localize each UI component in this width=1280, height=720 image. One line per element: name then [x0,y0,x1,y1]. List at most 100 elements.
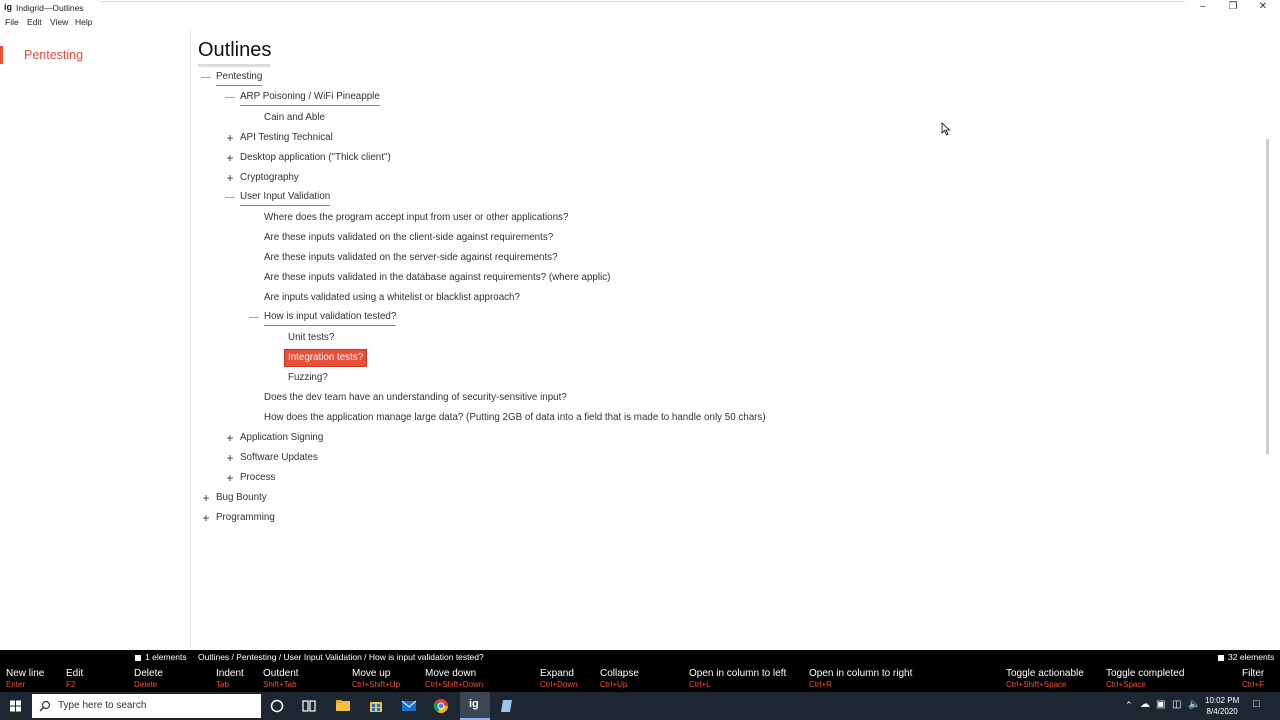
outline-row[interactable]: Fuzzing? [191,369,1191,387]
outline-item-label[interactable]: Are these inputs validated on the client… [264,229,553,247]
file-explorer-icon[interactable] [333,696,353,716]
expand-icon[interactable]: + [225,469,235,487]
outline-row[interactable]: — How is input validation tested? [191,309,1191,327]
outline-item-label[interactable]: API Testing Technical [240,129,333,147]
taskbar-search[interactable]: Type here to search [32,694,261,718]
shortcut-move-up[interactable]: Move up Ctrl+Shift+Up [352,667,400,690]
outline-row[interactable]: How does the application manage large da… [191,409,1191,427]
shortcut-outdent[interactable]: Outdent Shift+Tab [263,667,299,690]
outline-item-selected[interactable]: Integration tests? [284,349,368,367]
chrome-icon[interactable] [431,696,451,716]
collapse-icon[interactable]: — [225,189,235,207]
outline-row[interactable]: — ARP Poisoning / WiFi Pineapple [191,89,1191,107]
expand-icon[interactable]: + [225,129,235,147]
outline-item-label[interactable]: How is input validation tested? [264,309,397,326]
outline-item-label[interactable]: Pentesting [216,69,263,86]
shortcut-expand[interactable]: Expand Ctrl+Down [540,667,578,690]
task-view-icon[interactable] [299,696,319,716]
outline-row[interactable]: — User Input Validation [191,189,1191,207]
outline-row[interactable]: + Desktop application ("Thick client") [191,149,1191,167]
menu-edit[interactable]: Edit [27,17,42,27]
outline-row[interactable]: Are these inputs validated on the client… [191,229,1191,247]
expand-icon[interactable]: + [201,509,211,527]
shortcut-open-left[interactable]: Open in column to left Ctrl+L [689,667,786,690]
outline-item-label[interactable]: Cain and Able [264,109,325,127]
shortcut-open-right[interactable]: Open in column to right Ctrl+R [809,667,912,690]
cortana-icon[interactable] [267,696,287,716]
outline-row[interactable]: + Process [191,469,1191,487]
outline-row[interactable]: Unit tests? [191,329,1191,347]
outline-row[interactable]: + Software Updates [191,449,1191,467]
outline-item-label[interactable]: Cryptography [240,169,299,187]
expand-icon[interactable]: + [225,149,235,167]
outline-item-label[interactable]: Does the dev team have an understanding … [264,389,567,407]
outline-item-label[interactable]: Programming [216,509,275,527]
collapse-icon[interactable]: — [201,69,211,87]
outline-row[interactable]: Are inputs validated using a whitelist o… [191,289,1191,307]
expand-icon[interactable]: + [225,169,235,187]
shortcut-toggle-actionable[interactable]: Toggle actionable Ctrl+Shift+Space [1006,667,1084,690]
mail-icon[interactable] [399,696,419,716]
outline-item-label[interactable]: Process [240,469,275,487]
expand-icon[interactable]: + [201,489,211,507]
outline-row[interactable]: Cain and Able [191,109,1191,127]
outline-row[interactable]: Integration tests? [191,349,1191,367]
outline-item-label[interactable]: Software Updates [240,449,318,467]
notification-icon[interactable]: □ [1253,698,1260,710]
outline-row[interactable]: + Application Signing [191,429,1191,447]
menu-view[interactable]: View [50,17,68,27]
indigrid-taskbar-button[interactable]: ig [460,692,490,720]
collapse-icon[interactable]: — [225,89,235,107]
shortcut-indent[interactable]: Indent Tab [216,667,244,690]
status-bar: 1 elements Outlines / Pentesting / User … [0,650,1280,664]
outline-row[interactable]: + Programming [191,509,1191,527]
menu-file[interactable]: File [5,17,19,27]
minimize-icon[interactable]: – [1188,0,1218,15]
network-icon[interactable]: ◫ [1172,699,1181,710]
scrollbar[interactable] [1266,139,1269,454]
volume-icon[interactable]: 🔈 [1188,699,1200,710]
device-icon[interactable]: ▣ [1156,699,1165,710]
outline-row[interactable]: + Cryptography [191,169,1191,187]
outline-item-label[interactable]: How does the application manage large da… [264,409,766,427]
outline-item-label[interactable]: Desktop application ("Thick client") [240,149,391,167]
outline-row[interactable]: Are these inputs validated in the databa… [191,269,1191,287]
outline-item-label[interactable]: Are inputs validated using a whitelist o… [264,289,520,307]
app-icon[interactable] [497,696,517,716]
outline-item-label[interactable]: Bug Bounty [216,489,267,507]
restore-icon[interactable]: ❐ [1218,0,1248,15]
store-icon[interactable] [366,696,386,716]
onedrive-icon[interactable]: ☁ [1140,699,1150,710]
shortcut-collapse[interactable]: Collapse Ctrl+Up [600,667,639,690]
breadcrumb: Outlines / Pentesting / User Input Valid… [198,652,484,662]
windows-start-icon[interactable] [0,692,32,720]
shortcut-edit[interactable]: Edit F2 [66,667,83,690]
clock[interactable]: 10:02 PM 8/4/2020 [1205,695,1239,717]
shortcut-new-line[interactable]: New line Enter [6,667,44,690]
outline-item-label[interactable]: Are these inputs validated on the server… [264,249,558,267]
shortcut-delete[interactable]: Delete Delete [134,667,163,690]
outline-item-label[interactable]: ARP Poisoning / WiFi Pineapple [240,89,380,106]
outline-item-label[interactable]: Unit tests? [288,329,334,347]
expand-icon[interactable]: + [225,449,235,467]
tray-chevron-icon[interactable]: ⌃ [1125,700,1133,711]
shortcut-toggle-completed[interactable]: Toggle completed Ctrl+Space [1106,667,1184,690]
outline-row[interactable]: Are these inputs validated on the server… [191,249,1191,267]
menu-help[interactable]: Help [75,17,92,27]
outline-row[interactable]: — Pentesting [191,69,1191,87]
collapse-icon[interactable]: — [249,309,259,327]
outline-item-label[interactable]: Application Signing [240,429,323,447]
shortcut-move-down[interactable]: Move down Ctrl+Shift+Down [425,667,483,690]
outline-row[interactable]: + Bug Bounty [191,489,1191,507]
outline-row[interactable]: Does the dev team have an understanding … [191,389,1191,407]
close-icon[interactable]: ✕ [1248,0,1278,15]
sidebar-item-pentesting[interactable]: Pentesting [24,48,83,62]
outline-item-label[interactable]: Fuzzing? [288,369,328,387]
shortcut-filter[interactable]: Filter Ctrl+F [1242,667,1264,690]
expand-icon[interactable]: + [225,429,235,447]
outline-item-label[interactable]: Are these inputs validated in the databa… [264,269,610,287]
outline-row[interactable]: + API Testing Technical [191,129,1191,147]
outline-item-label[interactable]: User Input Validation [240,189,331,206]
outline-row[interactable]: Where does the program accept input from… [191,209,1191,227]
outline-item-label[interactable]: Where does the program accept input from… [264,209,568,227]
